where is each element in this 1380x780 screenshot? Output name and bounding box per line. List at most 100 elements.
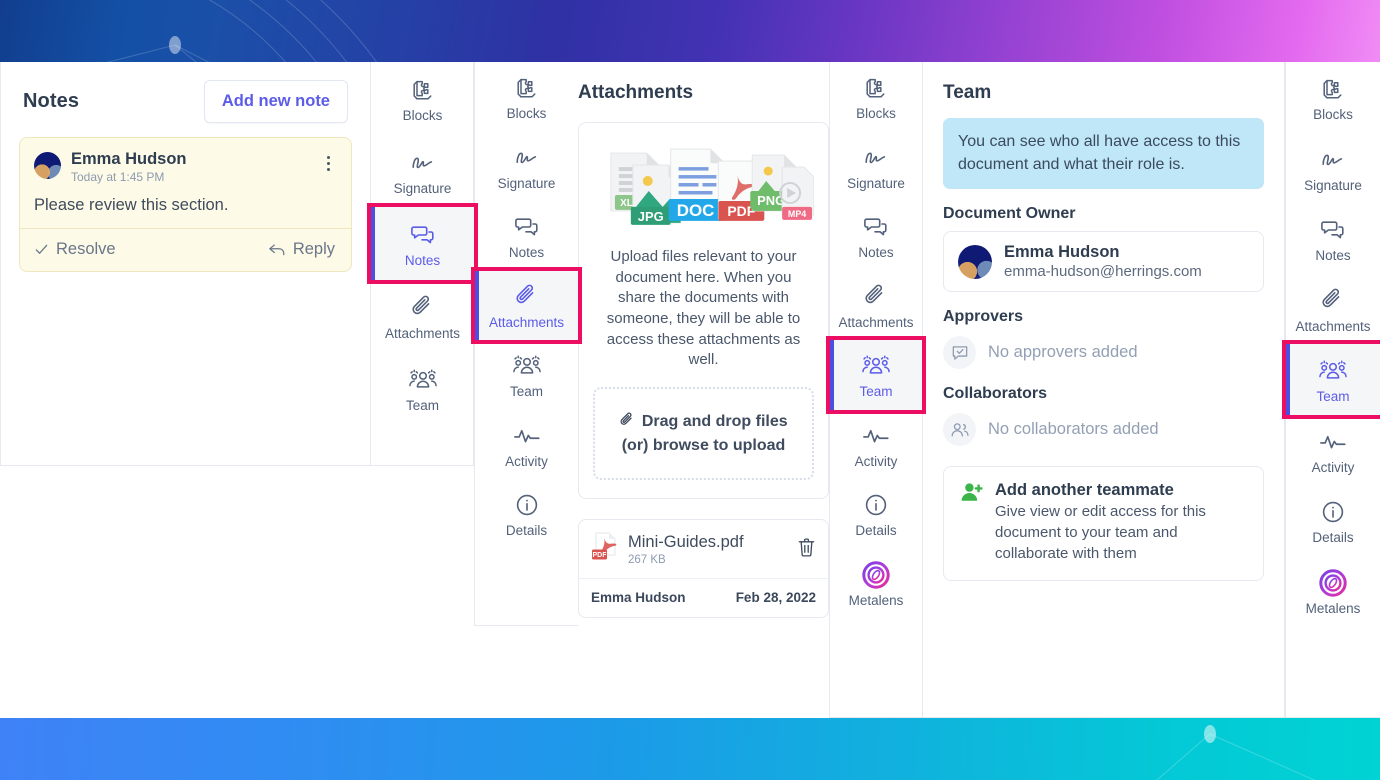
rail-item-details[interactable]: Details (1286, 485, 1380, 556)
rail-item-attachments[interactable]: Attachments (471, 266, 582, 344)
activity-icon (513, 422, 541, 450)
rail-item-metalens[interactable]: Metalens (830, 549, 922, 619)
notes-panel-group: Notes Add new note Emma Hudson Today at … (0, 62, 478, 466)
rail-item-activity[interactable]: Activity (1286, 415, 1380, 486)
people-icon (943, 413, 976, 447)
team-icon (408, 366, 437, 394)
add-new-note-button[interactable]: Add new note (203, 80, 348, 123)
rail-item-blocks[interactable]: Blocks (475, 62, 578, 132)
approvers-empty-row: No approvers added (943, 336, 1264, 370)
avatar (34, 151, 61, 179)
add-teammate-text: Add another teammate Give view or edit a… (995, 481, 1247, 564)
rail-item-label: Activity (854, 453, 898, 469)
avatar (958, 244, 992, 279)
activity-icon (862, 422, 890, 450)
rail-item-signature[interactable]: Signature (1286, 133, 1380, 204)
rail-item-label: Notes (508, 245, 545, 260)
app-screen: Notes Add new note Emma Hudson Today at … (0, 0, 1380, 780)
dropzone[interactable]: Drag and drop files (or) browse to uploa… (593, 387, 814, 481)
rail-item-signature[interactable]: Signature (830, 132, 922, 202)
rail-item-signature[interactable]: Signature (371, 135, 474, 208)
file-types-illustration: XLS JPG DOC PDF PNG MP4 (593, 145, 814, 233)
rail-item-label: Details (505, 523, 548, 538)
rail-item-label: Notes (404, 253, 441, 268)
attachment-date: Feb 28, 2022 (735, 590, 816, 606)
rail-item-activity[interactable]: Activity (830, 410, 922, 480)
icon-rail-3: Blocks Signature Notes Attachments Team … (826, 62, 926, 717)
reply-button[interactable]: Reply (268, 240, 335, 259)
paperclip-icon (619, 412, 639, 432)
rail-item-label: Activity (505, 453, 548, 469)
rail-item-label: Team (509, 384, 543, 399)
resolve-button[interactable]: Resolve (34, 240, 116, 259)
rail-item-label: Details (855, 523, 897, 538)
add-teammate-card[interactable]: Add another teammate Give view or edit a… (943, 466, 1264, 582)
rail-item-label: Team (405, 398, 439, 413)
rail-item-notes[interactable]: Notes (475, 201, 578, 271)
attachments-icon (411, 294, 435, 322)
rail-item-blocks[interactable]: Blocks (1286, 62, 1380, 133)
approvers-label: Approvers (943, 308, 1024, 326)
attachment-file-footer: Emma Hudson Feb 28, 2022 (579, 579, 828, 617)
rail-item-team[interactable]: Team (475, 340, 578, 410)
note-top: Emma Hudson Today at 1:45 PM Please revi… (20, 138, 351, 229)
attachment-file-row: PDF Mini-Guides.pdf 267 KB (579, 520, 828, 580)
rail-item-blocks[interactable]: Blocks (371, 62, 474, 135)
note-card[interactable]: Emma Hudson Today at 1:45 PM Please revi… (19, 136, 352, 273)
rail-item-team[interactable]: Team (826, 336, 926, 414)
details-icon (864, 491, 888, 519)
rail-item-label: Signature (393, 180, 452, 196)
rail-item-label: Signature (497, 175, 556, 191)
signature-icon (1319, 146, 1347, 174)
reply-arrow-icon (268, 242, 286, 258)
attachment-file-meta: Mini-Guides.pdf 267 KB (628, 533, 788, 566)
rail-item-label: Team (859, 384, 893, 399)
rail-item-team[interactable]: Team (1282, 340, 1380, 419)
signature-icon (862, 144, 890, 172)
rail-item-attachments[interactable]: Attachments (830, 271, 922, 341)
note-timestamp: Today at 1:45 PM (71, 170, 165, 185)
trash-icon[interactable] (797, 537, 816, 563)
rail-item-label: Metalens (848, 592, 904, 608)
details-icon (515, 491, 539, 519)
rail-item-label: Team (1316, 389, 1350, 404)
team-icon (862, 352, 890, 380)
rail-item-details[interactable]: Details (475, 479, 578, 549)
add-teammate-body: Give view or edit access for this docume… (995, 503, 1206, 562)
rail-item-blocks[interactable]: Blocks (830, 62, 922, 132)
icon-rail-4-panel: Blocks Signature Notes Attachments Team … (1282, 62, 1380, 718)
team-title: Team (943, 82, 992, 103)
owner-info: Emma Hudson emma-hudson@herrings.com (1004, 243, 1202, 280)
rail-item-notes[interactable]: Notes (830, 201, 922, 271)
notes-header: Notes Add new note (1, 62, 370, 133)
rail-item-label: Notes (1315, 248, 1351, 263)
check-icon (34, 242, 49, 257)
collaborators-empty-text: No collaborators added (988, 420, 1159, 439)
rail-item-metalens[interactable]: Metalens (1286, 556, 1380, 627)
rail-item-attachments[interactable]: Attachments (371, 280, 474, 353)
blocks-icon (1320, 75, 1346, 103)
svg-text:JPG: JPG (638, 209, 664, 224)
attachments-icon (864, 283, 888, 311)
rail-item-label: Activity (1311, 459, 1355, 475)
rail-item-notes[interactable]: Notes (1286, 203, 1380, 274)
rail-item-activity[interactable]: Activity (475, 410, 578, 480)
metalens-icon (1319, 568, 1347, 597)
rail-item-label: Attachments (1295, 318, 1371, 334)
details-icon (1321, 498, 1345, 526)
rail-item-attachments[interactable]: Attachments (1286, 274, 1380, 345)
rail-item-label: Signature (847, 175, 905, 191)
dropzone-text: Drag and drop files (or) browse to uploa… (621, 413, 788, 454)
attachments-pane: Attachments XLS JPG DOC PDF PNG MP4 Uplo… (578, 62, 829, 626)
rail-item-details[interactable]: Details (830, 479, 922, 549)
signature-icon (513, 144, 541, 172)
owner-email: emma-hudson@herrings.com (1004, 263, 1202, 281)
rail-item-team[interactable]: Team (371, 352, 474, 425)
resolve-label: Resolve (56, 240, 116, 259)
approvers-empty-text: No approvers added (988, 343, 1138, 362)
rail-item-signature[interactable]: Signature (475, 132, 578, 202)
activity-icon (1319, 428, 1347, 456)
rail-item-notes[interactable]: Notes (367, 203, 478, 284)
rail-item-label: Blocks (1313, 107, 1353, 122)
kebab-menu-icon[interactable] (319, 150, 337, 171)
